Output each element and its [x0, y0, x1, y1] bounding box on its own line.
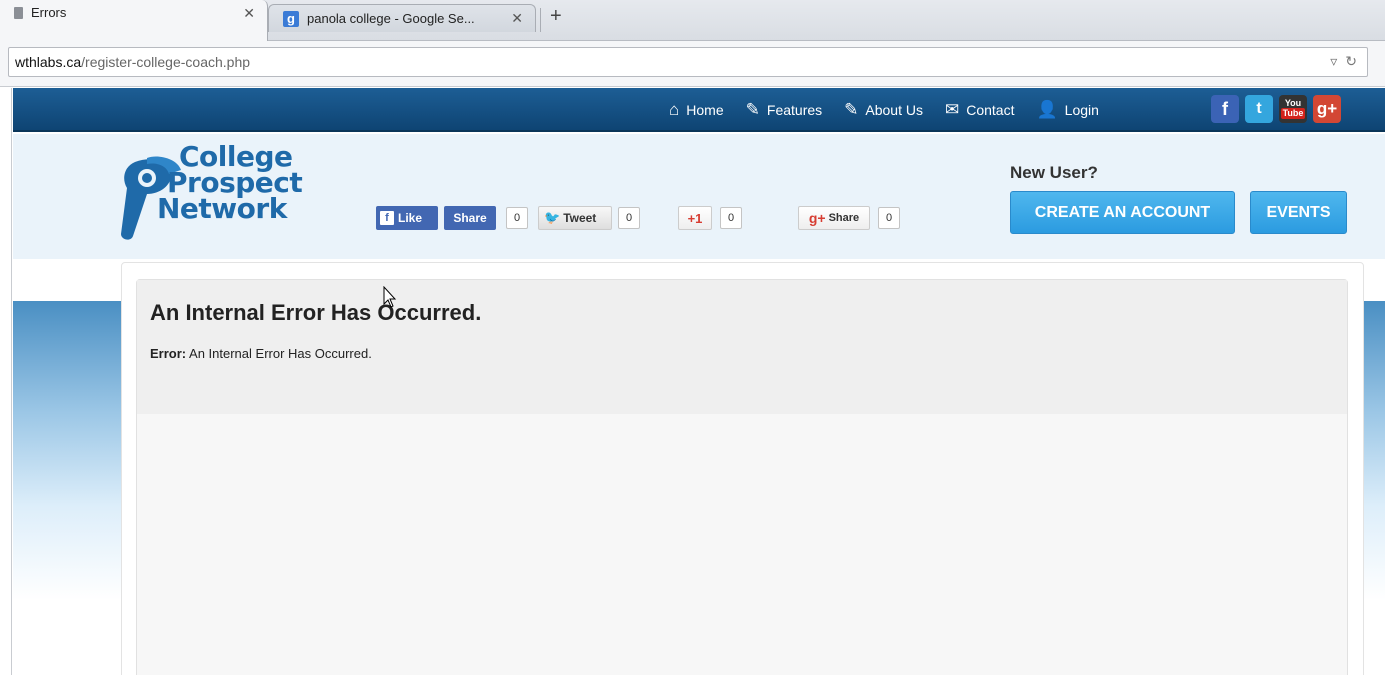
- page-left-edge: [0, 88, 12, 675]
- nav-contact[interactable]: ✉ Contact: [945, 100, 1015, 120]
- nav-label: Features: [766, 102, 823, 118]
- tweet-count: 0: [618, 207, 640, 229]
- share-count: 0: [506, 207, 528, 229]
- gshare-label: Share: [828, 212, 860, 224]
- edit-icon: ✎: [844, 100, 859, 119]
- facebook-like-button[interactable]: f Like: [376, 206, 438, 230]
- events-button[interactable]: EVENTS: [1250, 191, 1347, 234]
- new-user-label: New User?: [1010, 163, 1098, 182]
- top-navigation: ⌂ Home ✎ Features ✎ About Us ✉ Contact 👤…: [13, 88, 1385, 132]
- google-plus-icon: g+: [808, 210, 826, 226]
- google-plus-share-button[interactable]: g+ Share: [798, 206, 870, 230]
- error-text: An Internal Error Has Occurred.: [189, 346, 372, 361]
- nav-login[interactable]: 👤 Login: [1036, 100, 1098, 120]
- dropdown-icon[interactable]: ▿: [1330, 53, 1337, 70]
- google-plus-one-button[interactable]: +1: [678, 206, 712, 230]
- nav-menu: ⌂ Home ✎ Features ✎ About Us ✉ Contact 👤…: [669, 88, 1099, 132]
- create-account-button[interactable]: CREATE AN ACCOUNT: [1010, 191, 1235, 234]
- user-icon: 👤: [1036, 100, 1058, 119]
- tweet-label: Tweet: [563, 211, 597, 225]
- edit-icon: ✎: [745, 100, 760, 119]
- address-bar: wthlabs.ca/register-college-coach.php ▿ …: [0, 41, 1385, 87]
- google-icon: g: [283, 10, 299, 27]
- error-title: An Internal Error Has Occurred.: [150, 300, 482, 325]
- document-icon: [14, 7, 23, 19]
- close-icon[interactable]: ✕: [243, 5, 255, 22]
- youtube-label: You: [1284, 98, 1302, 108]
- gshare-count: 0: [878, 207, 900, 229]
- google-plus-icon[interactable]: g+: [1313, 95, 1341, 123]
- nav-label: Home: [686, 102, 724, 118]
- mouse-cursor-icon: [383, 286, 397, 308]
- reload-icon[interactable]: ↻: [1345, 53, 1357, 70]
- error-label: Error:: [150, 346, 187, 361]
- webpage: ⌂ Home ✎ Features ✎ About Us ✉ Contact 👤…: [0, 88, 1385, 675]
- nav-home[interactable]: ⌂ Home: [669, 100, 724, 120]
- logo-line-3: Network: [157, 192, 287, 225]
- close-icon[interactable]: ✕: [511, 10, 523, 27]
- error-panel: An Internal Error Has Occurred. Error: A…: [136, 279, 1348, 675]
- tweet-button[interactable]: 🐦 Tweet: [538, 206, 612, 230]
- tab-errors[interactable]: Errors ✕: [0, 0, 268, 41]
- nav-label: About Us: [865, 102, 923, 118]
- social-links: f t You Tube g+: [1211, 95, 1341, 123]
- gplus-count: 0: [720, 207, 742, 229]
- facebook-share-button[interactable]: Share: [444, 206, 496, 230]
- tab-title: Errors: [31, 5, 67, 20]
- twitter-bird-icon: 🐦: [544, 210, 561, 225]
- browser-tab-bar: Errors ✕ g panola college - Google Se...…: [0, 0, 1385, 41]
- youtube-icon[interactable]: You Tube: [1279, 95, 1307, 123]
- tab-google-search[interactable]: g panola college - Google Se... ✕: [268, 4, 536, 32]
- facebook-icon[interactable]: f: [1211, 95, 1239, 123]
- url-input[interactable]: wthlabs.ca/register-college-coach.php ▿ …: [8, 47, 1368, 77]
- url-controls: ▿ ↻: [1330, 53, 1357, 70]
- gplus-label: +1: [687, 210, 703, 226]
- tab-divider: [540, 8, 541, 32]
- nav-features[interactable]: ✎ Features: [746, 100, 823, 120]
- url-host: wthlabs.ca: [15, 54, 82, 70]
- facebook-icon: f: [380, 211, 394, 225]
- nav-about-us[interactable]: ✎ About Us: [844, 100, 923, 120]
- nav-label: Login: [1064, 102, 1099, 118]
- home-icon: ⌂: [669, 100, 680, 119]
- youtube-label-tube: Tube: [1280, 108, 1306, 119]
- error-message: Error: An Internal Error Has Occurred.: [150, 346, 372, 361]
- mail-icon: ✉: [944, 100, 960, 119]
- logo-text: College Prospect Network: [157, 143, 303, 225]
- like-label: Like: [398, 211, 423, 225]
- new-tab-button[interactable]: +: [550, 5, 562, 28]
- nav-label: Contact: [966, 102, 1015, 118]
- tab-title: panola college - Google Se...: [307, 11, 475, 26]
- url-path: /register-college-coach.php: [81, 54, 251, 70]
- site-logo[interactable]: College Prospect Network: [117, 143, 327, 244]
- twitter-icon[interactable]: t: [1245, 95, 1273, 123]
